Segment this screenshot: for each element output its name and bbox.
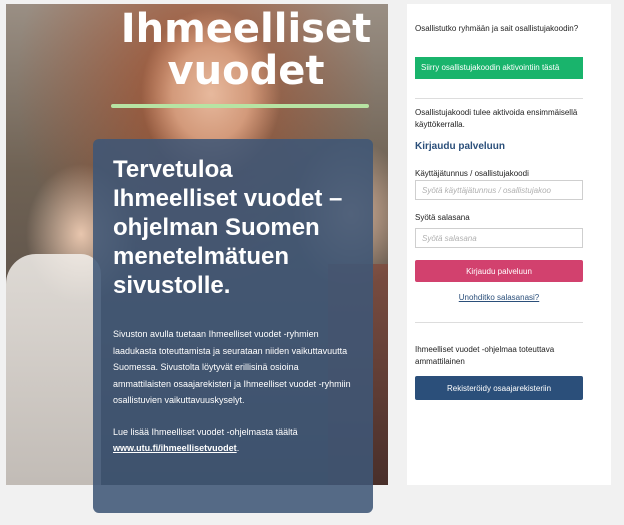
participant-question: Osallistutko ryhmään ja sait osallistuja… (415, 24, 579, 33)
login-button[interactable]: Kirjaudu palveluun (415, 260, 583, 282)
activation-note: Osallistujakoodi tulee aktivoida ensimmä… (415, 108, 578, 129)
forgot-password-link[interactable]: Unohditko salasanasi? (415, 293, 583, 302)
login-panel: Osallistutko ryhmään ja sait osallistuja… (407, 4, 611, 485)
password-input[interactable] (415, 228, 583, 248)
password-label: Syötä salasana (415, 213, 470, 222)
welcome-title: Tervetuloa Ihmeelliset vuodet –ohjelman … (113, 156, 343, 299)
activate-code-button[interactable]: Siirry osallistujakoodin aktivointiin tä… (415, 57, 583, 79)
utu-website-link[interactable]: www.utu.fi/ihmeellisetvuodet (113, 443, 237, 453)
divider (415, 322, 583, 323)
login-heading: Kirjaudu palveluun (415, 141, 506, 152)
logo-line-1: Ihmeelliset (120, 6, 372, 52)
more-info-suffix: . (236, 442, 240, 453)
more-info-text: Lue lisää Ihmeelliset vuodet -ohjelmasta… (113, 426, 298, 437)
professional-text: Ihmeelliset vuodet -ohjelmaa toteuttava … (415, 345, 555, 366)
username-label: Käyttäjätunnus / osallistujakoodi (415, 169, 529, 178)
welcome-body: Sivuston avulla tuetaan Ihmeelliset vuod… (113, 329, 351, 405)
logo-underline (111, 104, 369, 108)
divider (415, 98, 583, 99)
welcome-panel: Tervetuloa Ihmeelliset vuodet –ohjelman … (93, 139, 373, 513)
ihmeelliset-vuodet-logo: Ihmeelliset vuodet (106, 4, 386, 114)
welcome-more-info: Lue lisää Ihmeelliset vuodet -ohjelmasta… (113, 424, 353, 456)
username-input[interactable] (415, 180, 583, 200)
register-button[interactable]: Rekisteröidy osaajarekisteriin (415, 376, 583, 400)
logo-line-2: vuodet (167, 48, 325, 94)
